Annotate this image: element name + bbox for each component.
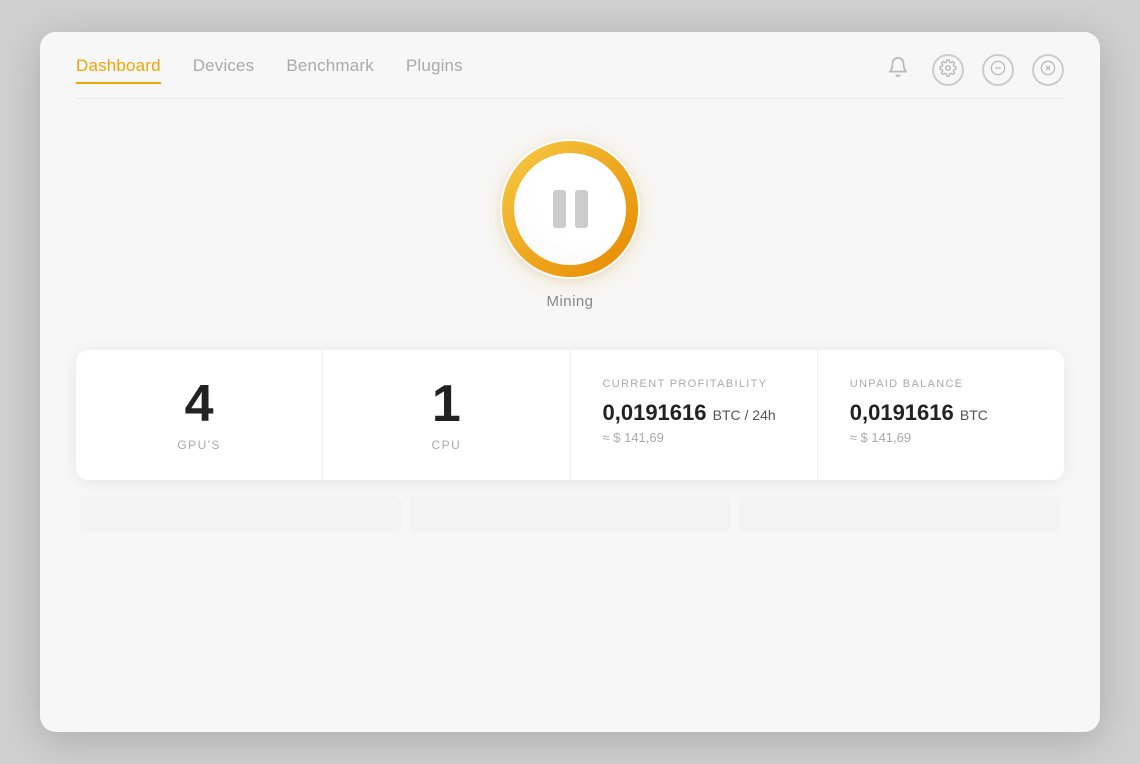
nav-item-dashboard[interactable]: Dashboard xyxy=(76,56,161,84)
gear-icon xyxy=(939,59,957,82)
bell-icon xyxy=(887,56,909,84)
balance-btc-value: 0,0191616 BTC xyxy=(850,400,988,426)
window-actions xyxy=(882,54,1064,86)
main-nav: Dashboard Devices Benchmark Plugins xyxy=(76,56,463,84)
nav-item-benchmark[interactable]: Benchmark xyxy=(286,56,374,84)
pause-icon xyxy=(553,190,588,228)
top-bar: Dashboard Devices Benchmark Plugins xyxy=(40,32,1100,86)
gpu-count-value: 4 xyxy=(185,378,214,430)
notification-button[interactable] xyxy=(882,54,914,86)
profitability-unit: BTC / 24h xyxy=(713,407,776,423)
main-content: Mining 4 GPU'S 1 CPU CURRENT PROFITABILI… xyxy=(40,99,1100,732)
mining-status-label: Mining xyxy=(547,293,594,310)
bottom-card-2 xyxy=(409,496,730,532)
mining-toggle-button[interactable] xyxy=(500,139,640,279)
cpu-stat-card: 1 CPU xyxy=(323,350,570,480)
cpu-label: CPU xyxy=(432,438,462,452)
balance-usd-value: ≈ $ 141,69 xyxy=(850,430,911,445)
profitability-usd-value: ≈ $ 141,69 xyxy=(603,430,664,445)
balance-unit: BTC xyxy=(960,407,988,423)
balance-card: UNPAID BALANCE 0,0191616 BTC ≈ $ 141,69 xyxy=(818,350,1064,480)
bottom-partial-row xyxy=(76,496,1064,532)
close-icon xyxy=(1040,60,1056,81)
bottom-card-1 xyxy=(80,496,401,532)
settings-button[interactable] xyxy=(932,54,964,86)
profitability-btc-value: 0,0191616 BTC / 24h xyxy=(603,400,776,426)
app-window: Dashboard Devices Benchmark Plugins xyxy=(40,32,1100,732)
mining-button-section: Mining xyxy=(500,139,640,310)
cpu-count-value: 1 xyxy=(432,378,461,430)
gpu-stat-card: 4 GPU'S xyxy=(76,350,323,480)
nav-item-plugins[interactable]: Plugins xyxy=(406,56,463,84)
profitability-card: CURRENT PROFITABILITY 0,0191616 BTC / 24… xyxy=(571,350,818,480)
balance-section-label: UNPAID BALANCE xyxy=(850,378,964,390)
minimize-icon xyxy=(990,60,1006,81)
profitability-section-label: CURRENT PROFITABILITY xyxy=(603,378,768,390)
nav-item-devices[interactable]: Devices xyxy=(193,56,255,84)
gpu-label: GPU'S xyxy=(177,438,221,452)
stats-row: 4 GPU'S 1 CPU CURRENT PROFITABILITY 0,01… xyxy=(76,350,1064,480)
close-button[interactable] xyxy=(1032,54,1064,86)
bottom-card-3 xyxy=(739,496,1060,532)
minimize-button[interactable] xyxy=(982,54,1014,86)
